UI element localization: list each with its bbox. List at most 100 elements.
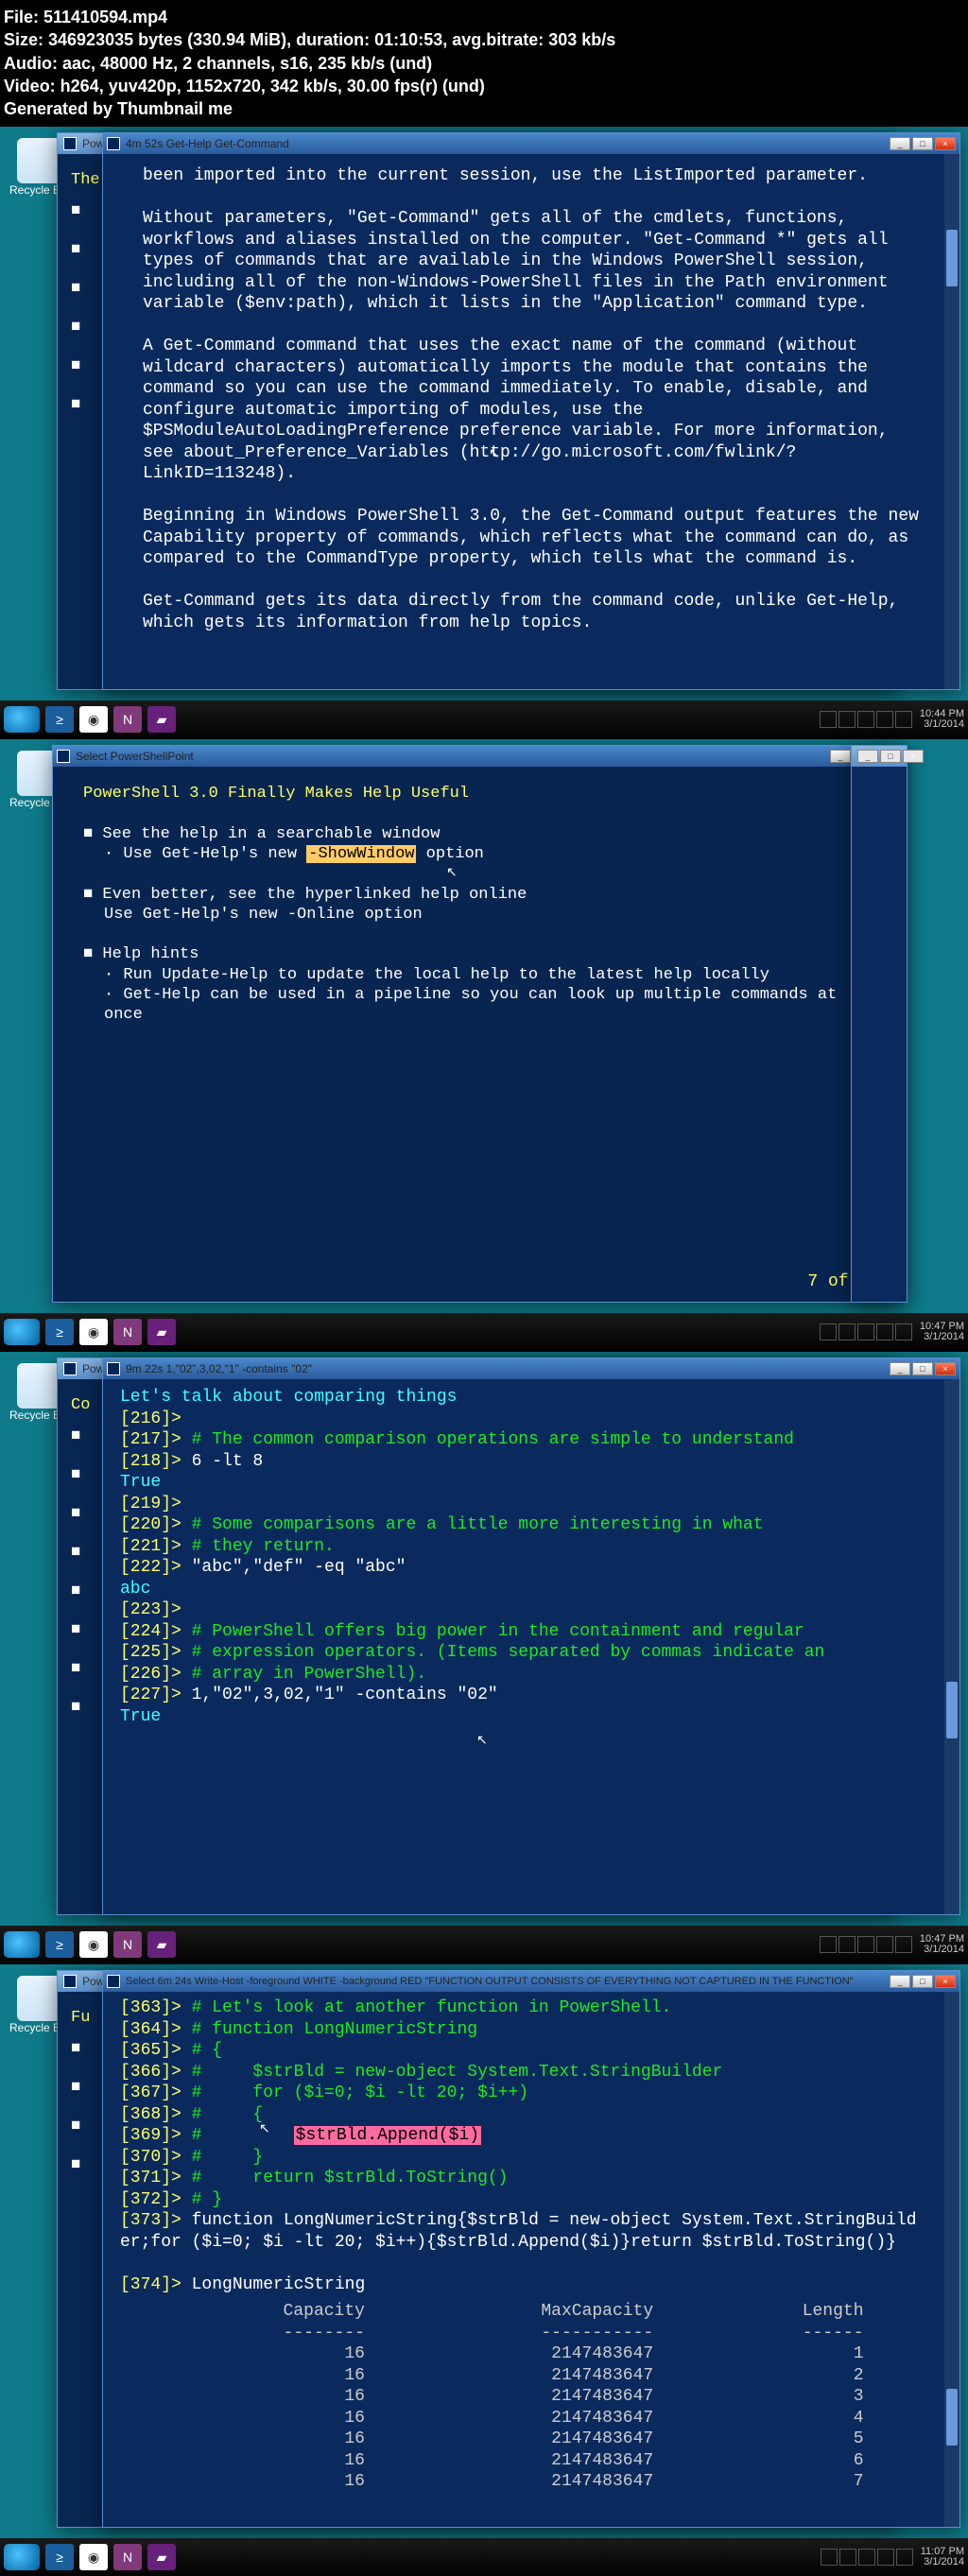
- close-button[interactable]: ×: [903, 750, 924, 763]
- minimize-button[interactable]: _: [890, 1362, 910, 1375]
- fg-titlebar[interactable]: Select 6m 24s Write-Host -foreground WHI…: [103, 1971, 959, 1992]
- foreground-window: Select 6m 24s Write-Host -foreground WHI…: [102, 1970, 960, 2528]
- table-row: 1621474836473: [162, 2386, 902, 2408]
- fg-titlebar[interactable]: 9m 22s 1,"02",3,02,"1" -contains "02" _□…: [103, 1358, 959, 1379]
- taskbar-chrome-icon[interactable]: ◉: [79, 706, 108, 733]
- tray-icon[interactable]: [877, 2549, 894, 2566]
- taskbar[interactable]: ≥ ◉ N ▰ 10:47 PM3/1/2014: [0, 1313, 968, 1351]
- meta-gen: Generated by Thumbnail me: [4, 97, 964, 120]
- tray-icon[interactable]: [838, 711, 856, 728]
- tray-icon[interactable]: [857, 1936, 874, 1953]
- recycle-bin-icon: [17, 1976, 62, 2021]
- tray-icon[interactable]: [895, 711, 912, 728]
- thumbnail-4: Recycle Bin PowerS Fu Select 6m 24s Writ…: [0, 1963, 968, 2576]
- start-button[interactable]: [4, 1319, 40, 1345]
- table-row: 1621474836472: [162, 2365, 902, 2387]
- taskbar-clock[interactable]: 11:07 PM3/1/2014: [921, 2547, 964, 2567]
- output-table: CapacityMaxCapacityLength --------------…: [162, 2301, 902, 2493]
- scrollbar-thumb[interactable]: [946, 230, 958, 286]
- maximize-button[interactable]: □: [880, 750, 901, 763]
- tray-icon[interactable]: [820, 1323, 837, 1340]
- tray-icon[interactable]: [896, 2549, 913, 2566]
- taskbar-visualstudio-icon[interactable]: ▰: [147, 1319, 176, 1345]
- taskbar-powershell-icon[interactable]: ≥: [45, 2544, 74, 2570]
- minimize-button[interactable]: _: [890, 137, 910, 150]
- powershell-icon: [63, 1975, 77, 1988]
- taskbar-chrome-icon[interactable]: ◉: [79, 2544, 108, 2570]
- console-output[interactable]: Let's talk about comparing things [216]>…: [103, 1379, 959, 1914]
- thumbnail-3: Recycle Bin PowerS Co 9m 22s 1,"02",3,02…: [0, 1351, 968, 1963]
- console-output[interactable]: [363]> # Let's look at another function …: [103, 1992, 959, 2527]
- slideshow-window: Select PowerShellPoint _□× PowerShell 3.…: [52, 745, 901, 1303]
- tray-icon[interactable]: [857, 1323, 874, 1340]
- taskbar-clock[interactable]: 10:44 PM3/1/2014: [920, 709, 964, 730]
- close-button[interactable]: ×: [935, 137, 956, 150]
- tray-icon[interactable]: [895, 1323, 912, 1340]
- close-button[interactable]: ×: [935, 1362, 956, 1375]
- mouse-cursor-icon: ↖: [489, 447, 500, 464]
- taskbar-visualstudio-icon[interactable]: ▰: [147, 706, 176, 733]
- start-button[interactable]: [4, 706, 40, 733]
- maximize-button[interactable]: □: [912, 137, 933, 150]
- scrollbar[interactable]: [944, 1992, 959, 2527]
- table-row: 1621474836477: [162, 2471, 902, 2493]
- maximize-button[interactable]: □: [912, 1975, 933, 1988]
- recycle-bin-icon: [17, 1363, 62, 1409]
- taskbar-chrome-icon[interactable]: ◉: [79, 1319, 108, 1345]
- taskbar-onenote-icon[interactable]: N: [113, 706, 142, 733]
- tray-icon[interactable]: [895, 1936, 912, 1953]
- minimize-button[interactable]: _: [890, 1975, 910, 1988]
- tray-icon[interactable]: [839, 2549, 856, 2566]
- taskbar[interactable]: ≥ ◉ N ▰ 10:44 PM3/1/2014: [0, 700, 968, 738]
- help-text[interactable]: been imported into the current session, …: [103, 154, 959, 689]
- meta-audio: Audio: aac, 48000 Hz, 2 channels, s16, 2…: [4, 52, 964, 75]
- scrollbar[interactable]: [944, 154, 959, 689]
- tray-icon[interactable]: [821, 2549, 838, 2566]
- table-row: 1621474836471: [162, 2343, 902, 2365]
- taskbar-powershell-icon[interactable]: ≥: [45, 1319, 74, 1345]
- tray-icon[interactable]: [858, 2549, 875, 2566]
- maximize-button[interactable]: □: [912, 1362, 933, 1375]
- tray-icon[interactable]: [876, 711, 893, 728]
- tray-icon[interactable]: [876, 1323, 893, 1340]
- taskbar-onenote-icon[interactable]: N: [113, 1931, 142, 1958]
- fg-titlebar[interactable]: Select PowerShellPoint _□×: [53, 746, 900, 767]
- thumbnail-1: Recycle Bin PowerShellPoint _□× The 4m 5…: [0, 126, 968, 738]
- taskbar-chrome-icon[interactable]: ◉: [79, 1931, 108, 1958]
- taskbar-onenote-icon[interactable]: N: [113, 1319, 142, 1345]
- mouse-cursor-icon: ↖: [446, 866, 458, 883]
- tray-icon[interactable]: [820, 1936, 837, 1953]
- taskbar-onenote-icon[interactable]: N: [113, 2544, 142, 2570]
- tray-icon[interactable]: [838, 1323, 856, 1340]
- taskbar-clock[interactable]: 10:47 PM3/1/2014: [920, 1934, 964, 1955]
- taskbar[interactable]: ≥ ◉ N ▰ 10:47 PM3/1/2014: [0, 1926, 968, 1963]
- taskbar-powershell-icon[interactable]: ≥: [45, 706, 74, 733]
- slide-content: PowerShell 3.0 Finally Makes Help Useful…: [53, 767, 900, 1302]
- tray-icon[interactable]: [857, 711, 874, 728]
- taskbar-visualstudio-icon[interactable]: ▰: [147, 1931, 176, 1958]
- scrollbar-thumb[interactable]: [946, 2389, 958, 2446]
- start-button[interactable]: [4, 1931, 40, 1958]
- powershell-icon: [107, 1975, 120, 1988]
- table-row: 1621474836475: [162, 2429, 902, 2450]
- taskbar-powershell-icon[interactable]: ≥: [45, 1931, 74, 1958]
- taskbar-visualstudio-icon[interactable]: ▰: [147, 2544, 176, 2570]
- powershell-icon: [63, 137, 77, 150]
- taskbar[interactable]: ≥ ◉ N ▰ 11:07 PM3/1/2014: [0, 2538, 968, 2576]
- scrollbar-thumb[interactable]: [946, 1682, 958, 1738]
- meta-file: File: 511410594.mp4: [4, 6, 964, 28]
- powershell-icon: [57, 750, 70, 763]
- fg-titlebar[interactable]: 4m 52s Get-Help Get-Command _□×: [103, 133, 959, 154]
- tray-icon[interactable]: [820, 711, 837, 728]
- taskbar-clock[interactable]: 10:47 PM3/1/2014: [920, 1322, 964, 1342]
- minimize-button[interactable]: _: [857, 750, 878, 763]
- meta-video: Video: h264, yuv420p, 1152x720, 342 kb/s…: [4, 75, 964, 97]
- tray-icon[interactable]: [876, 1936, 893, 1953]
- tray-icon[interactable]: [838, 1936, 856, 1953]
- close-button[interactable]: ×: [935, 1975, 956, 1988]
- foreground-window: 9m 22s 1,"02",3,02,"1" -contains "02" _□…: [102, 1357, 960, 1915]
- scrollbar[interactable]: [944, 1379, 959, 1914]
- bg-window-fragment: _□×: [851, 745, 908, 1303]
- start-button[interactable]: [4, 2544, 40, 2570]
- minimize-button[interactable]: _: [830, 750, 851, 763]
